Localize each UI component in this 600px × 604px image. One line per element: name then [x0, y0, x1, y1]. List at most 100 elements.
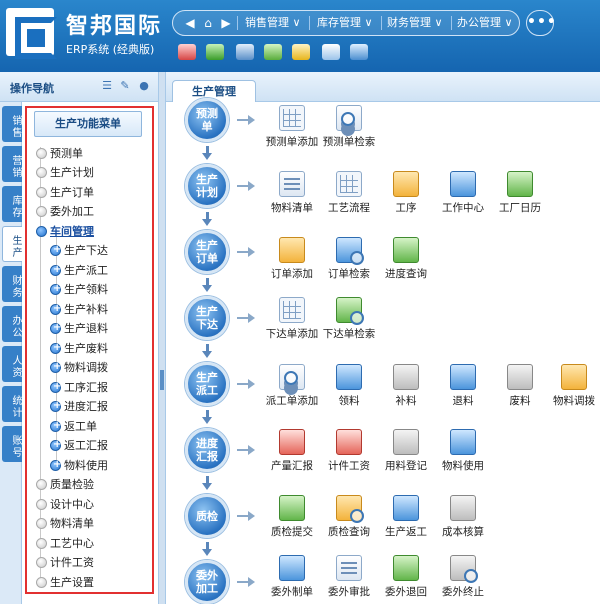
nav-sales[interactable]: 销售管理 ∨	[245, 11, 301, 35]
side-tab-marketing[interactable]: 营销	[2, 146, 22, 182]
stage-progress-report[interactable]: 进度汇报	[185, 428, 229, 472]
side-tab-sales[interactable]: 销售	[2, 106, 22, 142]
function-item[interactable]: 生产返工	[376, 495, 436, 538]
function-item[interactable]: 派工单添加	[262, 364, 322, 407]
menu-item[interactable]: 委外加工	[36, 204, 94, 220]
function-item[interactable]: 物料清单	[262, 171, 322, 214]
submenu-item[interactable]: 物料调拨	[50, 359, 108, 376]
menu-item[interactable]: 生产计划	[36, 165, 94, 181]
material-register-icon	[393, 429, 419, 455]
function-item[interactable]: 委外审批	[319, 555, 379, 598]
menu-item[interactable]: 预测单	[36, 146, 83, 162]
stage-order[interactable]: 生产订单	[185, 230, 229, 274]
function-item[interactable]: 预测单添加	[262, 105, 322, 148]
function-item[interactable]: 废料	[490, 364, 550, 407]
stage-quality[interactable]: 质检	[185, 494, 229, 538]
menu-item[interactable]: 计件工资	[36, 555, 94, 571]
menu-item[interactable]: 生产订单	[36, 185, 94, 201]
arrow-down-icon	[202, 344, 212, 358]
menu-item[interactable]: 设计中心	[36, 497, 94, 513]
submenu-item[interactable]: 返工单	[50, 418, 97, 435]
side-tab-office[interactable]: 办公	[2, 306, 22, 342]
side-tab-stats[interactable]: 统计	[2, 386, 22, 422]
function-item[interactable]: 下达单添加	[262, 297, 322, 340]
function-item[interactable]: 工序	[376, 171, 436, 214]
function-item[interactable]: 委外退回	[376, 555, 436, 598]
phone-icon[interactable]	[206, 44, 224, 60]
function-item[interactable]: 领料	[319, 364, 379, 407]
function-item[interactable]: 预测单检索	[319, 105, 379, 148]
list-icon[interactable]: ☰	[100, 80, 114, 92]
user-icon[interactable]: ●	[137, 80, 151, 92]
stage-release[interactable]: 生产下达	[185, 296, 229, 340]
outsource-create-icon	[279, 555, 305, 581]
function-item[interactable]: 质检查询	[319, 495, 379, 538]
nav-office[interactable]: 办公管理 ∨	[457, 11, 513, 35]
side-tab-production[interactable]: 生产	[2, 226, 22, 262]
megaphone-icon[interactable]	[178, 44, 196, 60]
side-tab-account[interactable]: 账号	[2, 426, 22, 462]
function-item[interactable]: 进度查询	[376, 237, 436, 280]
stage-outsource[interactable]: 委外加工	[185, 560, 229, 604]
submenu-item[interactable]: 物料使用	[50, 457, 108, 474]
wechat-icon[interactable]	[292, 44, 310, 60]
function-item[interactable]: 订单添加	[262, 237, 322, 280]
pin-icon[interactable]: ✎	[118, 80, 132, 92]
collapse-handle-icon[interactable]	[160, 370, 164, 390]
submenu-item[interactable]: 生产下达	[50, 242, 108, 259]
add-doc-icon	[279, 105, 305, 131]
side-tab-finance[interactable]: 财务	[2, 266, 22, 302]
arrow-right-icon	[237, 577, 255, 587]
submenu-item[interactable]: 工序汇报	[50, 379, 108, 396]
submenu-item[interactable]: 生产补料	[50, 301, 108, 318]
function-item[interactable]: 下达单检索	[319, 297, 379, 340]
function-item[interactable]: 质检提交	[262, 495, 322, 538]
submenu-item[interactable]: 进度汇报	[50, 398, 108, 415]
bullet-icon	[36, 187, 47, 198]
function-item[interactable]: 工厂日历	[490, 171, 550, 214]
book-icon[interactable]	[350, 44, 368, 60]
function-item[interactable]: 用料登记	[376, 429, 436, 472]
panel-splitter[interactable]	[158, 72, 166, 604]
side-tab-inventory[interactable]: 库存	[2, 186, 22, 222]
arrow-down-icon	[202, 410, 212, 424]
function-item[interactable]: 工艺流程	[319, 171, 379, 214]
menu-item[interactable]: 物料清单	[36, 516, 94, 532]
stage-dispatch[interactable]: 生产派工	[185, 362, 229, 406]
function-item[interactable]: 成本核算	[433, 495, 493, 538]
arrow-right-icon	[237, 313, 255, 323]
submenu-item[interactable]: 返工汇报	[50, 437, 108, 454]
function-item[interactable]: 计件工资	[319, 429, 379, 472]
bullet-icon	[36, 518, 47, 529]
menu-item[interactable]: 质量检验	[36, 477, 94, 493]
function-item[interactable]: 委外终止	[433, 555, 493, 598]
function-item[interactable]: 工作中心	[433, 171, 493, 214]
function-item[interactable]: 产量汇报	[262, 429, 322, 472]
mail-icon[interactable]	[264, 44, 282, 60]
left-nav-title: 操作导航	[10, 82, 54, 95]
menu-item[interactable]: 工艺中心	[36, 536, 94, 552]
nav-forward-icon[interactable]: ▶	[215, 12, 237, 34]
apps-icon[interactable]	[322, 44, 340, 60]
more-menu-button[interactable]: •••	[526, 10, 556, 36]
submenu-item[interactable]: 生产废料	[50, 340, 108, 357]
piece-wage-icon	[336, 429, 362, 455]
function-item[interactable]: 物料使用	[433, 429, 493, 472]
menu-item-workshop[interactable]: 车间管理	[36, 224, 94, 240]
function-item[interactable]: 订单检索	[319, 237, 379, 280]
submenu-item[interactable]: 生产领料	[50, 281, 108, 298]
side-tab-hr[interactable]: 人资	[2, 346, 22, 382]
function-item[interactable]: 退料	[433, 364, 493, 407]
function-item[interactable]: 委外制单	[262, 555, 322, 598]
menu-item[interactable]: 生产设置	[36, 575, 94, 591]
nav-inventory[interactable]: 库存管理 ∨	[317, 11, 373, 35]
stage-forecast[interactable]: 预测单	[185, 98, 229, 142]
nav-finance[interactable]: 财务管理 ∨	[387, 11, 443, 35]
function-item[interactable]: 物料调拨	[547, 364, 600, 407]
stage-plan[interactable]: 生产计划	[185, 164, 229, 208]
submenu-item[interactable]: 生产派工	[50, 262, 108, 279]
menu-title: 生产功能菜单	[34, 111, 142, 137]
function-item[interactable]: 补料	[376, 364, 436, 407]
folder-icon[interactable]	[236, 44, 254, 60]
submenu-item[interactable]: 生产退料	[50, 320, 108, 337]
